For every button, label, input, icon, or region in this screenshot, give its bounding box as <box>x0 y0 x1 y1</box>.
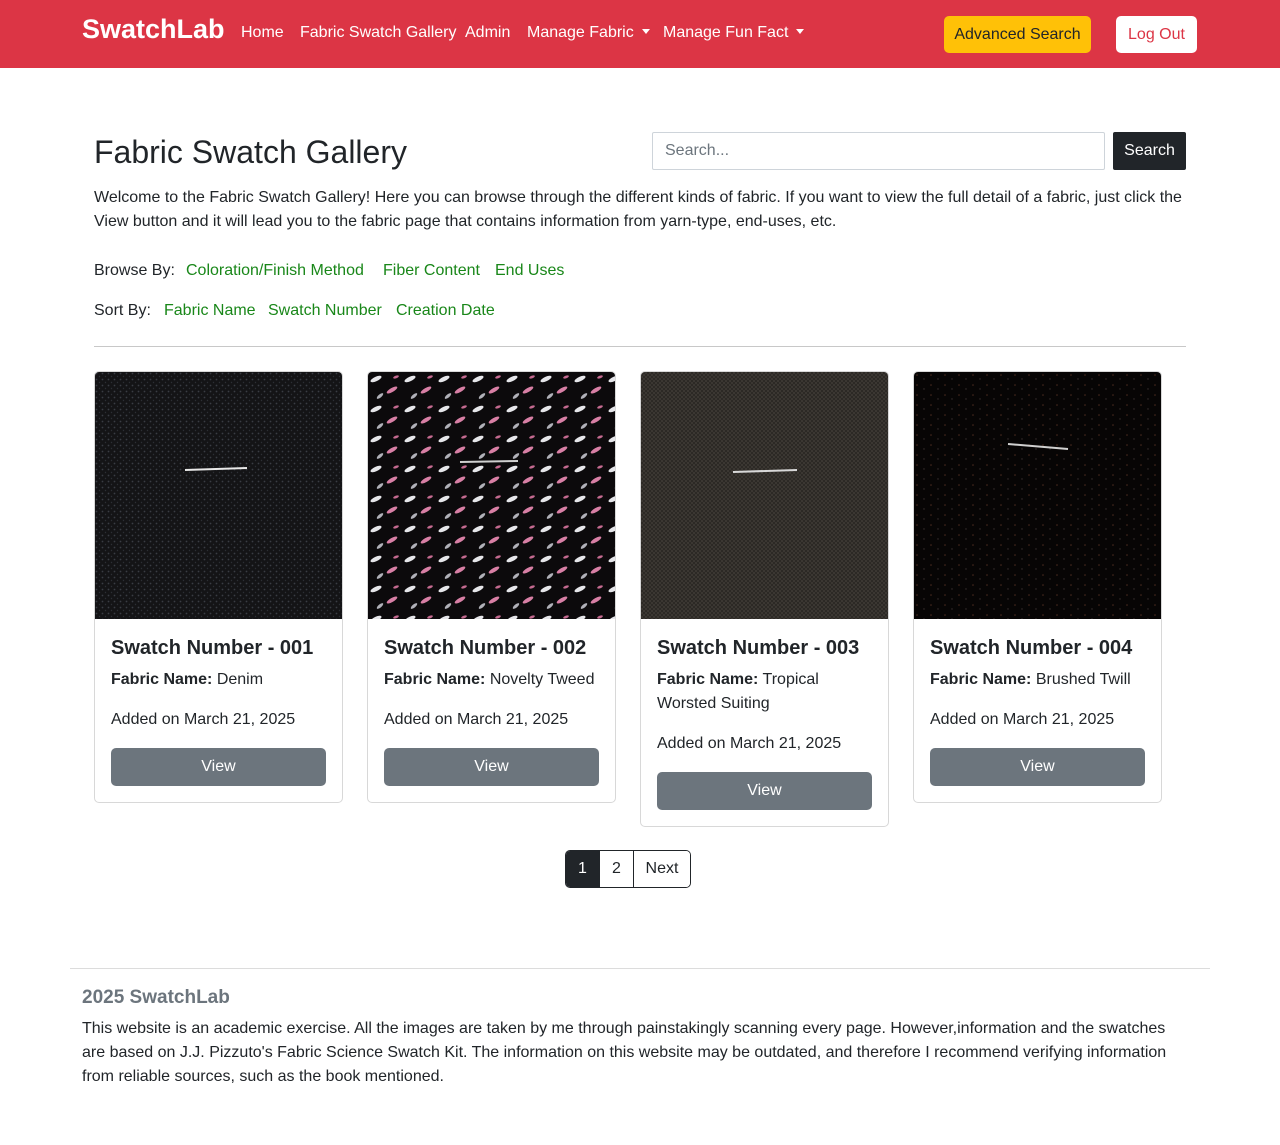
divider <box>94 346 1186 347</box>
browse-coloration-link[interactable]: Coloration/Finish Method <box>186 262 364 280</box>
fabric-name: Fabric Name: Denim <box>111 671 264 688</box>
footer-text: This website is an academic exercise. Al… <box>82 1020 1167 1085</box>
nav-manage-fun-fact-dropdown[interactable]: Manage Fun Fact <box>663 24 805 42</box>
nav-home[interactable]: Home <box>241 24 284 42</box>
nav-admin[interactable]: Admin <box>465 24 510 42</box>
swatch-card: Swatch Number - 004 Fabric Name: Brushed… <box>913 371 1162 803</box>
page-1-button[interactable]: 1 <box>566 851 599 887</box>
nav-fabric-swatch-gallery[interactable]: Fabric Swatch Gallery <box>300 24 457 42</box>
footer-title: 2025 SwatchLab <box>82 987 230 1008</box>
caret-down-icon <box>796 29 805 34</box>
sort-fabric-name-link[interactable]: Fabric Name <box>164 302 256 320</box>
browse-end-uses-link[interactable]: End Uses <box>495 262 564 280</box>
swatch-title: Swatch Number - 002 <box>384 637 587 659</box>
logout-button[interactable]: Log Out <box>1116 16 1197 53</box>
swatch-title: Swatch Number - 004 <box>930 637 1133 659</box>
swatch-card: Swatch Number - 001 Fabric Name: Denim A… <box>94 371 343 803</box>
swatch-title: Swatch Number - 001 <box>111 637 314 659</box>
browse-by-label: Browse By: <box>94 262 175 279</box>
swatch-card: Swatch Number - 003 Fabric Name: Tropica… <box>640 371 889 827</box>
page-title: Fabric Swatch Gallery <box>94 134 407 170</box>
sort-creation-date-link[interactable]: Creation Date <box>396 302 495 320</box>
navbar: SwatchLab Home Fabric Swatch Gallery Adm… <box>0 0 1280 68</box>
sort-by-label: Sort By: <box>94 302 151 319</box>
view-button[interactable]: View <box>111 748 326 786</box>
swatch-title: Swatch Number - 003 <box>657 637 860 659</box>
advanced-search-button[interactable]: Advanced Search <box>944 16 1091 53</box>
pagination: 1 2 Next <box>565 850 691 888</box>
intro-text: Welcome to the Fabric Swatch Gallery! He… <box>94 189 1182 230</box>
page-2-button[interactable]: 2 <box>599 851 633 887</box>
swatch-image[interactable] <box>641 372 888 619</box>
nav-manage-fabric-dropdown[interactable]: Manage Fabric <box>527 24 650 42</box>
view-button[interactable]: View <box>384 748 599 786</box>
added-date: Added on March 21, 2025 <box>384 711 569 728</box>
fabric-name: Fabric Name: Brushed Twill <box>930 671 1131 688</box>
fabric-name: Fabric Name: Tropical Worsted Suiting <box>657 671 819 712</box>
view-button[interactable]: View <box>657 772 872 810</box>
swatch-image[interactable] <box>914 372 1161 619</box>
fabric-name: Fabric Name: Novelty Tweed <box>384 671 595 688</box>
brand-logo[interactable]: SwatchLab <box>82 14 225 45</box>
swatch-image[interactable] <box>95 372 342 619</box>
added-date: Added on March 21, 2025 <box>930 711 1115 728</box>
nav-manage-fun-fact-label: Manage Fun Fact <box>663 24 789 41</box>
search-button[interactable]: Search <box>1113 132 1186 170</box>
swatch-image[interactable] <box>368 372 615 619</box>
next-page-button[interactable]: Next <box>633 851 690 887</box>
search-input[interactable] <box>652 132 1105 170</box>
caret-down-icon <box>641 29 650 34</box>
nav-manage-fabric-label: Manage Fabric <box>527 24 634 41</box>
added-date: Added on March 21, 2025 <box>657 735 842 752</box>
sort-swatch-number-link[interactable]: Swatch Number <box>268 302 382 320</box>
added-date: Added on March 21, 2025 <box>111 711 296 728</box>
swatch-card: Swatch Number - 002 Fabric Name: Novelty… <box>367 371 616 803</box>
browse-fiber-content-link[interactable]: Fiber Content <box>383 262 480 280</box>
footer-divider <box>70 968 1210 969</box>
view-button[interactable]: View <box>930 748 1145 786</box>
